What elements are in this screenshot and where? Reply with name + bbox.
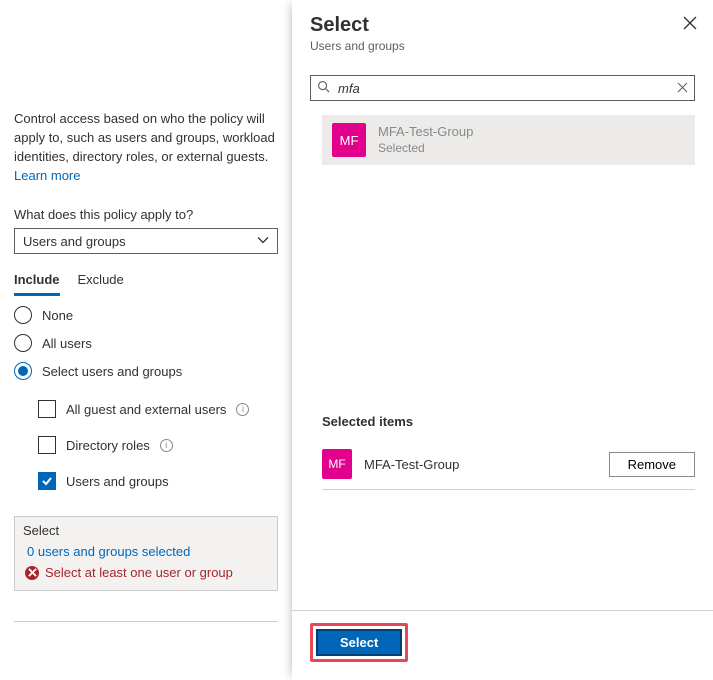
radio-all-users[interactable]: All users bbox=[14, 334, 278, 352]
error-icon bbox=[25, 566, 39, 580]
check-guest-users[interactable]: All guest and external users i bbox=[38, 400, 278, 418]
close-button[interactable] bbox=[683, 16, 697, 33]
selected-items-heading: Selected items bbox=[322, 414, 695, 429]
check-label: Users and groups bbox=[66, 474, 169, 489]
sub-checkboxes: All guest and external users i Directory… bbox=[38, 400, 278, 490]
remove-button[interactable]: Remove bbox=[609, 452, 695, 477]
clear-search-button[interactable] bbox=[677, 81, 688, 96]
select-section: Select 0 users and groups selected Selec… bbox=[14, 516, 278, 591]
panel-title: Select bbox=[310, 14, 695, 37]
radio-icon bbox=[14, 306, 32, 324]
avatar: MF bbox=[332, 123, 366, 157]
checkbox-icon bbox=[38, 436, 56, 454]
search-icon bbox=[317, 80, 330, 96]
radio-label: All users bbox=[42, 336, 92, 351]
checkbox-icon bbox=[38, 472, 56, 490]
checkbox-icon bbox=[38, 400, 56, 418]
select-button[interactable]: Select bbox=[316, 629, 402, 656]
avatar: MF bbox=[322, 449, 352, 479]
description-text: Control access based on who the policy w… bbox=[14, 111, 275, 164]
radio-icon bbox=[14, 362, 32, 380]
panel-subtitle: Users and groups bbox=[310, 39, 695, 53]
selected-item-name: MFA-Test-Group bbox=[364, 457, 459, 472]
highlight-frame: Select bbox=[310, 623, 408, 662]
radio-none[interactable]: None bbox=[14, 306, 278, 324]
tab-include[interactable]: Include bbox=[14, 268, 60, 296]
selected-item-row: MF MFA-Test-Group Remove bbox=[322, 439, 695, 490]
divider bbox=[14, 621, 278, 622]
close-icon bbox=[677, 81, 688, 96]
close-icon bbox=[683, 18, 697, 33]
result-status: Selected bbox=[378, 141, 473, 157]
spacer bbox=[292, 165, 713, 414]
result-name: MFA-Test-Group bbox=[378, 124, 473, 141]
include-exclude-tabs: Include Exclude bbox=[14, 268, 278, 296]
check-directory-roles[interactable]: Directory roles i bbox=[38, 436, 278, 454]
radio-icon bbox=[14, 334, 32, 352]
right-pane: Select Users and groups MF MFA-Test-Grou… bbox=[292, 0, 713, 680]
info-icon[interactable]: i bbox=[236, 403, 249, 416]
search-input[interactable] bbox=[336, 80, 671, 97]
apply-to-label: What does this policy apply to? bbox=[14, 207, 278, 222]
info-icon[interactable]: i bbox=[160, 439, 173, 452]
search-result-row[interactable]: MF MFA-Test-Group Selected bbox=[322, 115, 695, 165]
panel-footer: Select bbox=[292, 610, 713, 680]
radio-select-users[interactable]: Select users and groups bbox=[14, 362, 278, 380]
policy-description: Control access based on who the policy w… bbox=[14, 110, 278, 185]
select-section-inner: Select 0 users and groups selected Selec… bbox=[14, 517, 278, 591]
selected-count-link[interactable]: 0 users and groups selected bbox=[27, 544, 269, 559]
spacer bbox=[292, 490, 713, 610]
result-text: MFA-Test-Group Selected bbox=[378, 124, 473, 156]
chevron-down-icon bbox=[257, 234, 269, 249]
apply-to-dropdown[interactable]: Users and groups bbox=[14, 228, 278, 254]
right-header: Select Users and groups bbox=[292, 0, 713, 63]
check-label: Directory roles bbox=[66, 438, 150, 453]
select-heading: Select bbox=[23, 523, 269, 538]
search-box[interactable] bbox=[310, 75, 695, 101]
radio-label: None bbox=[42, 308, 73, 323]
tab-exclude[interactable]: Exclude bbox=[78, 268, 124, 296]
error-text: Select at least one user or group bbox=[45, 565, 233, 580]
select-error: Select at least one user or group bbox=[25, 565, 269, 580]
check-label: All guest and external users bbox=[66, 402, 226, 417]
left-pane: Control access based on who the policy w… bbox=[0, 0, 292, 680]
learn-more-link[interactable]: Learn more bbox=[14, 167, 278, 186]
radio-label: Select users and groups bbox=[42, 364, 182, 379]
dropdown-value: Users and groups bbox=[23, 234, 126, 249]
check-users-groups[interactable]: Users and groups bbox=[38, 472, 278, 490]
